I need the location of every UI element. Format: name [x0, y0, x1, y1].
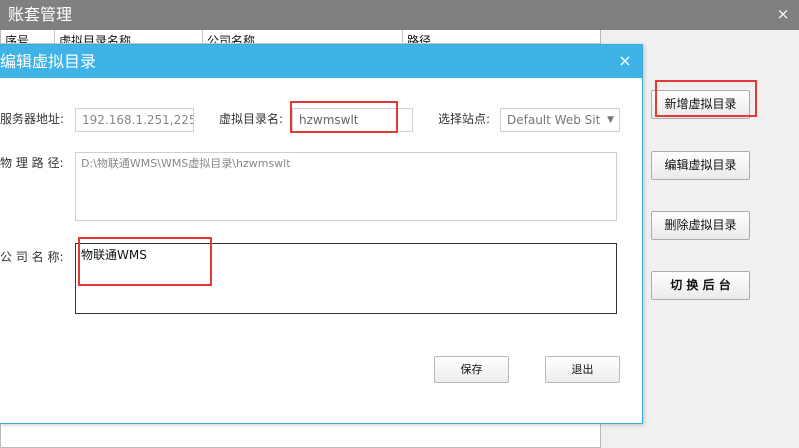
- window-close-icon[interactable]: ×: [775, 5, 791, 23]
- grid-header: 序号 虚拟目录名称 公司名称 路径: [1, 30, 600, 44]
- column-header-vdir-name[interactable]: 虚拟目录名称: [54, 30, 207, 43]
- delete-vdir-button[interactable]: 删除虚拟目录: [651, 211, 750, 240]
- dialog-close-icon[interactable]: ×: [616, 52, 634, 70]
- server-address-label: 服务器地址:: [0, 112, 65, 126]
- physical-path-label: 物 理 路 径:: [0, 156, 64, 170]
- column-header-path[interactable]: 路径: [402, 30, 600, 43]
- highlight-box-vdir-name: [290, 101, 398, 133]
- edit-vdir-button[interactable]: 编辑虚拟目录: [651, 151, 750, 180]
- edit-vdir-dialog: 编辑虚拟目录 × 服务器地址: 192.168.1.251,2255 虚拟目录名…: [0, 44, 643, 424]
- chevron-down-icon: ▼: [607, 115, 614, 125]
- select-site-label: 选择站点:: [438, 112, 491, 126]
- highlight-box-add-button: [655, 80, 757, 117]
- column-header-index[interactable]: 序号: [1, 30, 58, 43]
- save-button[interactable]: 保存: [434, 356, 509, 383]
- site-select-value: Default Web Sit: [507, 113, 601, 127]
- exit-button[interactable]: 退出: [545, 356, 620, 383]
- dialog-title: 编辑虚拟目录: [0, 45, 642, 78]
- server-address-field[interactable]: 192.168.1.251,2255: [75, 108, 194, 132]
- switch-backend-button[interactable]: 切 换 后 台: [651, 271, 750, 300]
- physical-path-field[interactable]: D:\物联通WMS\WMS虚拟目录\hzwmswlt: [75, 152, 617, 221]
- dialog-title-text: 编辑虚拟目录: [0, 52, 97, 71]
- vdir-name-label: 虚拟目录名:: [219, 112, 284, 126]
- column-header-company[interactable]: 公司名称: [202, 30, 407, 43]
- highlight-box-company-name: [78, 237, 212, 286]
- window-title: 账套管理: [0, 0, 799, 30]
- company-name-label: 公 司 名 称:: [0, 250, 64, 264]
- site-select[interactable]: Default Web Sit ▼: [500, 108, 620, 132]
